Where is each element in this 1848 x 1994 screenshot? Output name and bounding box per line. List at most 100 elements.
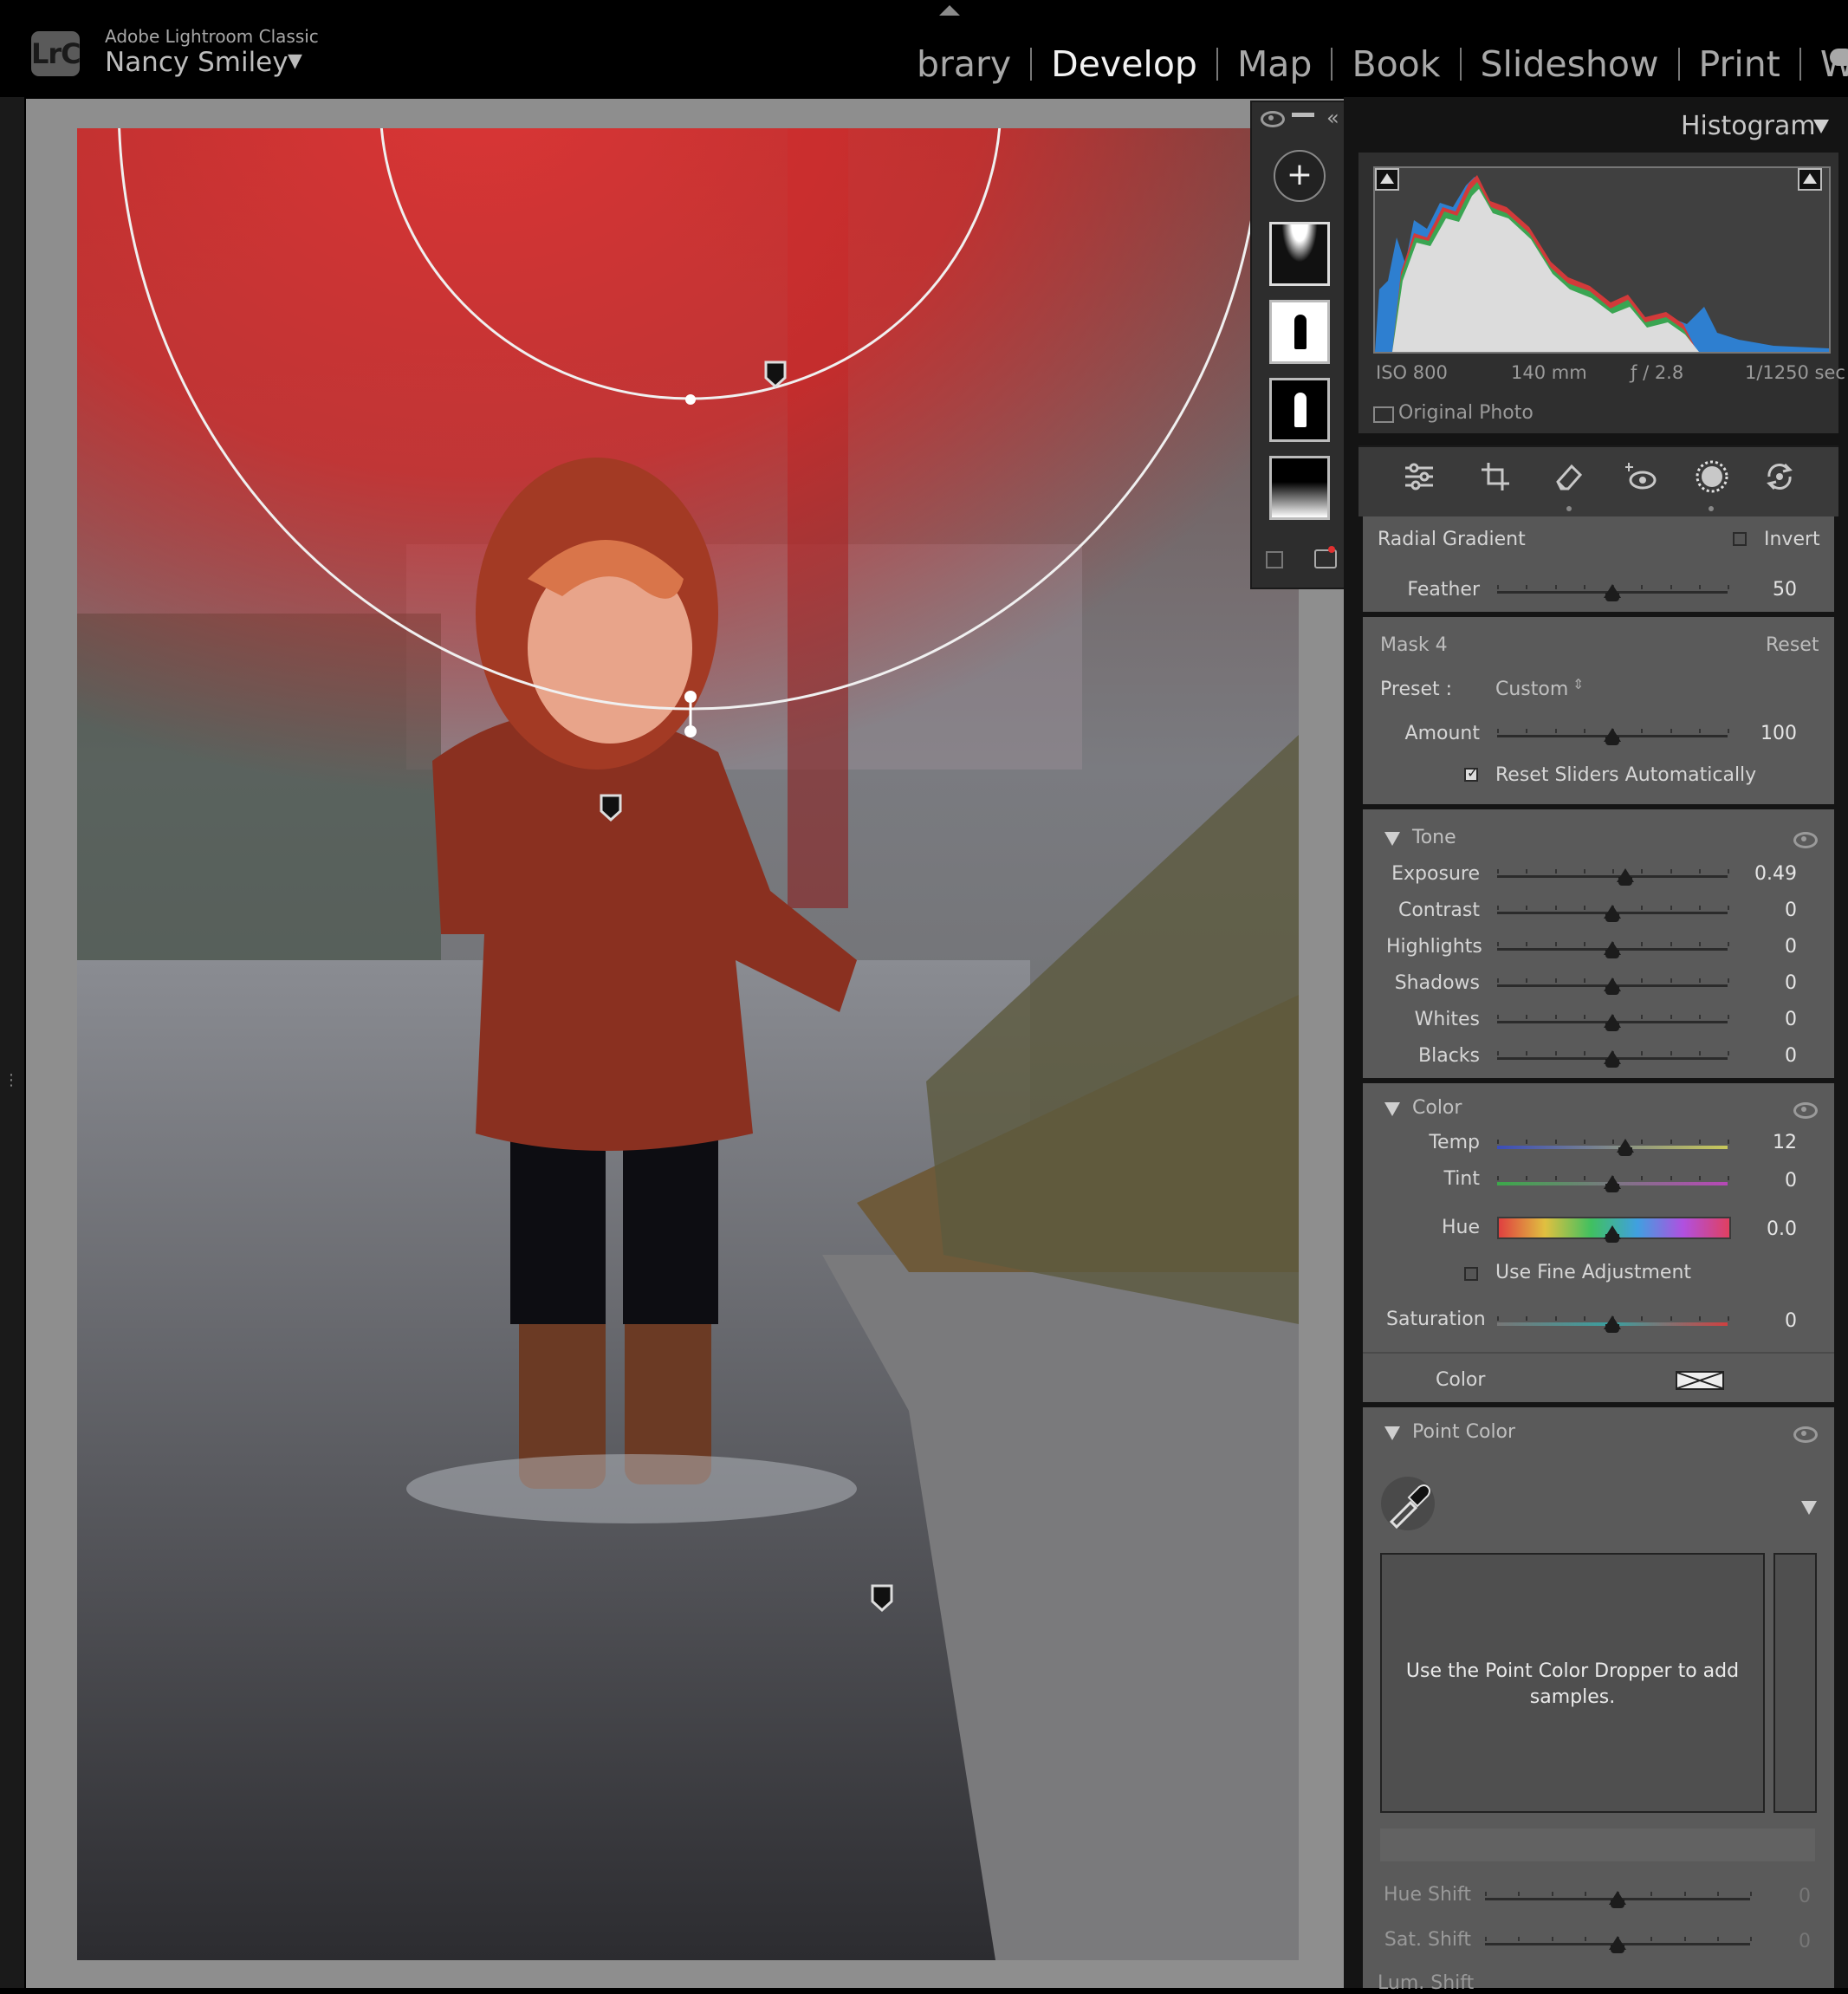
crop-icon[interactable] [1480,461,1511,492]
highlights-value[interactable]: 0 [1728,936,1797,958]
amount-slider-thumb[interactable] [1604,728,1621,745]
overlay-color-icon[interactable] [1314,546,1337,568]
tone-title[interactable]: Tone [1412,827,1456,848]
eye-icon[interactable] [1261,111,1285,127]
hue-shift-label: Hue Shift [1383,1884,1471,1906]
red-eye-icon[interactable] [1624,461,1657,492]
temp-value[interactable]: 12 [1728,1132,1797,1153]
shadow-clipping-warning[interactable] [1375,168,1399,191]
healing-eraser-icon[interactable] [1553,461,1584,492]
collapse-triangle-icon[interactable] [1813,120,1829,133]
slider-tick [1728,1316,1729,1321]
show-overlay-checkbox[interactable] [1266,551,1283,568]
reset-transform-icon[interactable] [1764,461,1795,492]
slider-tick [1641,942,1644,946]
mask-thumbnail-linear[interactable] [1269,456,1330,520]
module-print[interactable]: Print [1680,43,1799,85]
highlight-clipping-warning[interactable] [1798,168,1822,191]
exposure-slider-thumb[interactable] [1616,868,1634,886]
eye-icon[interactable] [1793,1426,1818,1443]
mask-thumbnail-subject[interactable] [1269,300,1330,364]
mask-thumbnail-radial[interactable] [1269,222,1330,286]
collapse-triangle-icon[interactable] [1384,832,1400,846]
module-slideshow[interactable]: Slideshow [1462,43,1678,85]
saturation-slider-thumb[interactable] [1604,1315,1621,1333]
slider-tick [1641,585,1644,589]
hue-slider-thumb[interactable] [1604,1225,1621,1243]
slider-tick [1554,978,1557,983]
module-develop[interactable]: Develop [1032,43,1216,85]
mask-thumbnail-subject-inverted[interactable] [1269,378,1330,442]
hue-shift-slider-thumb[interactable] [1609,1891,1626,1908]
chevron-down-icon[interactable]: ▼ [288,50,302,72]
blacks-value[interactable]: 0 [1728,1045,1797,1067]
preset-dropdown[interactable]: Custom [1495,679,1568,700]
point-color-range-bar[interactable] [1380,1828,1815,1861]
tint-slider-thumb[interactable] [1604,1175,1621,1192]
histogram-graph[interactable] [1373,166,1831,354]
hue-value[interactable]: 0.0 [1728,1218,1797,1240]
panel-toggle-arrow-icon[interactable] [939,5,960,16]
point-color-title[interactable]: Point Color [1412,1421,1515,1443]
slider-tick [1584,1892,1586,1896]
photo-preview[interactable] [77,128,1299,1960]
panel-grip-icon[interactable]: ⋮ [3,1071,19,1089]
temp-slider-track[interactable] [1497,1146,1728,1149]
highlights-slider-thumb[interactable] [1604,941,1621,958]
sat-shift-slider-thumb[interactable] [1609,1936,1626,1953]
saturation-value[interactable]: 0 [1728,1310,1797,1332]
feather-value[interactable]: 50 [1728,579,1797,601]
edit-sliders-icon[interactable] [1404,461,1435,492]
left-panel-collapsed[interactable] [0,97,24,1988]
original-photo-checkbox[interactable] [1373,406,1394,423]
updown-chevron-icon[interactable]: ⇕ [1572,676,1584,692]
tint-value[interactable]: 0 [1728,1170,1797,1192]
slider-tick [1698,729,1701,733]
amount-value[interactable]: 100 [1728,723,1797,744]
invert-checkbox[interactable] [1733,532,1747,546]
color-title[interactable]: Color [1412,1097,1462,1119]
contrast-slider-thumb[interactable] [1604,905,1621,922]
reset-button[interactable]: Reset [1766,634,1819,656]
expand-triangle-icon[interactable] [1801,1501,1817,1515]
app-name: Adobe Lightroom Classic [105,26,319,47]
whites-slider-thumb[interactable] [1604,1014,1621,1031]
shadows-value[interactable]: 0 [1728,972,1797,994]
feather-slider-thumb[interactable] [1604,584,1621,601]
sat-shift-value[interactable]: 0 [1741,1931,1811,1952]
eye-icon[interactable] [1793,1102,1818,1119]
invert-label: Invert [1764,529,1820,550]
slider-tick [1497,869,1499,874]
collapse-triangle-icon[interactable] [1384,1102,1400,1116]
blacks-slider-thumb[interactable] [1604,1050,1621,1068]
slider-tick [1554,1316,1557,1321]
slider-tick [1641,1140,1644,1144]
collapse-left-icon[interactable]: « [1326,106,1339,130]
color-swatch-none[interactable] [1676,1371,1724,1390]
contrast-value[interactable]: 0 [1728,900,1797,921]
exposure-slider-track[interactable] [1497,875,1728,878]
whites-value[interactable]: 0 [1728,1009,1797,1030]
exposure-value[interactable]: 0.49 [1728,863,1797,885]
point-color-dropper-button[interactable] [1381,1477,1435,1530]
reset-sliders-checkbox[interactable]: ✓ [1464,764,1478,782]
identity-plate-user[interactable]: Nancy Smiley [105,47,289,78]
point-color-swatch-strip[interactable] [1773,1553,1817,1813]
cloud-sync-icon[interactable] [1830,49,1848,66]
slider-tick [1526,729,1528,733]
shadows-slider-thumb[interactable] [1604,978,1621,995]
module-library[interactable]: brary [898,43,1030,85]
temp-slider-thumb[interactable] [1616,1139,1634,1156]
hue-shift-value[interactable]: 0 [1741,1886,1811,1907]
histogram-title[interactable]: Histogram [1681,111,1816,141]
slider-tick [1554,1140,1557,1144]
collapse-triangle-icon[interactable] [1384,1426,1400,1440]
minimize-icon[interactable] [1292,113,1314,117]
masking-icon[interactable] [1695,459,1729,494]
module-map[interactable]: Map [1218,43,1332,85]
module-book[interactable]: Book [1333,43,1459,85]
add-mask-button[interactable]: + [1274,150,1326,202]
fine-adjustment-checkbox[interactable] [1464,1267,1478,1281]
eye-icon[interactable] [1793,832,1818,848]
slider-tick [1728,585,1729,589]
